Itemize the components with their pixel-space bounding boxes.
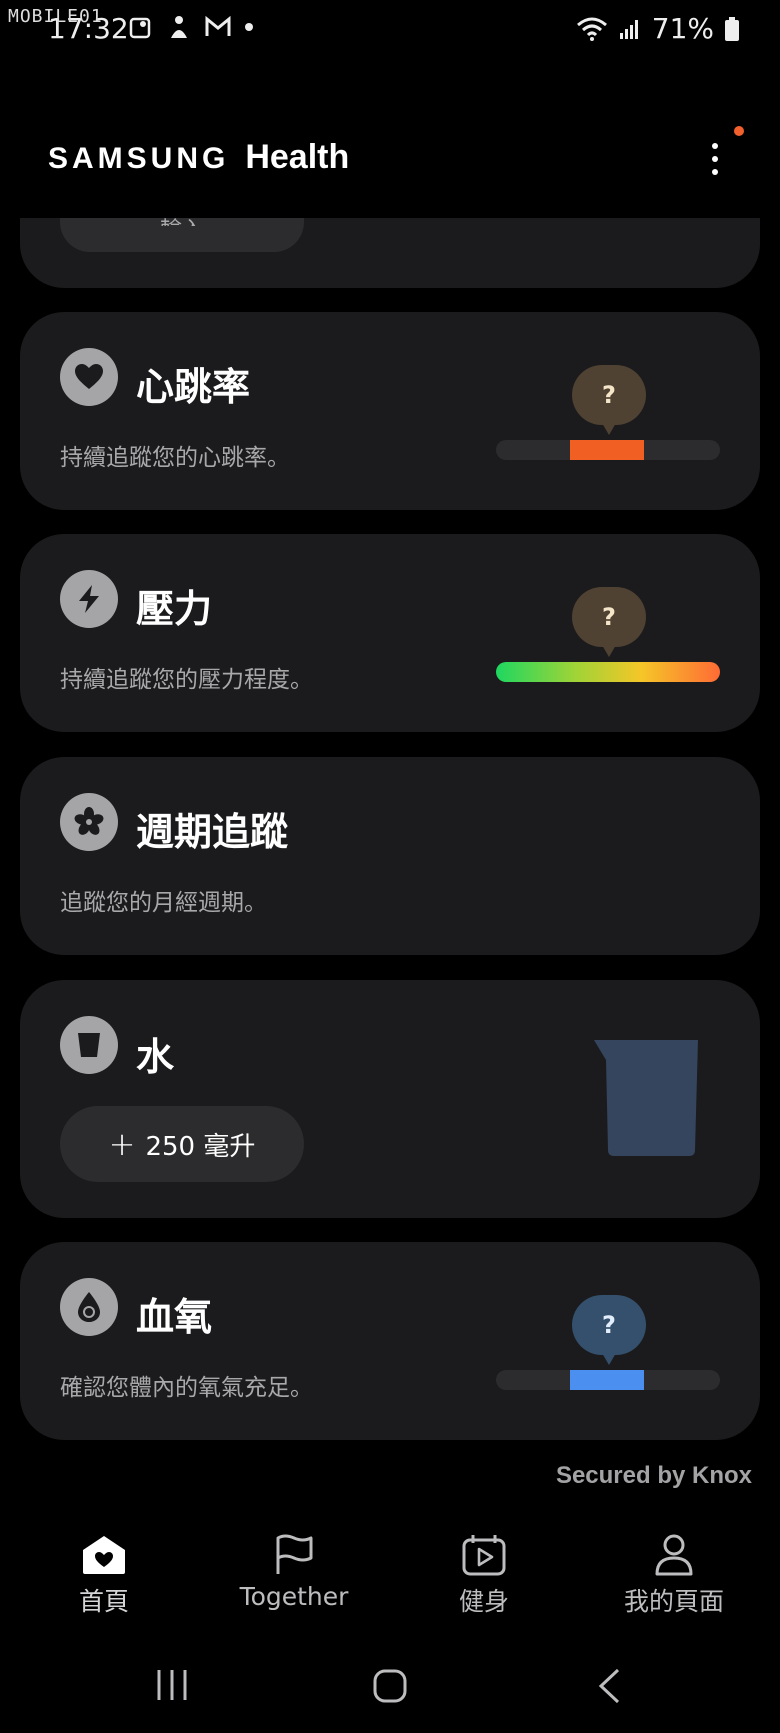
heart-rate-title: 心跳率 (136, 365, 251, 409)
secured-by-knox-label: Secured by Knox (555, 1462, 752, 1489)
cellular-signal-icon (619, 19, 638, 39)
back-button[interactable] (596, 1668, 622, 1704)
home-square-icon (373, 1669, 407, 1703)
plus-icon: + (108, 1125, 136, 1163)
add-water-label: 250 毫升 (145, 1131, 256, 1162)
heart-rate-subtitle: 持續追蹤您的心跳率。 (60, 445, 290, 471)
stress-subtitle: 持續追蹤您的壓力程度。 (60, 667, 313, 693)
system-navigation-bar (0, 1650, 780, 1720)
person-notification-icon (171, 16, 187, 38)
heart-icon (60, 348, 118, 406)
cycle-tracking-card[interactable]: 週期追蹤 追蹤您的月經週期。 (20, 757, 760, 955)
stress-title: 壓力 (136, 587, 213, 631)
home-heart-icon (83, 1536, 125, 1574)
blood-oxygen-subtitle: 確認您體內的氧氣充足。 (60, 1375, 313, 1401)
nav-fitness-label: 健身 (458, 1587, 509, 1616)
nav-home-label: 首頁 (78, 1587, 129, 1616)
nav-together-label: Together (239, 1582, 349, 1611)
cycle-tracking-subtitle: 追蹤您的月經週期。 (60, 890, 267, 916)
flag-icon (276, 1534, 313, 1574)
watermark-logo: MOBILE01 (8, 6, 103, 27)
flower-icon (60, 793, 118, 851)
recent-apps-icon (157, 1670, 187, 1700)
gallery-notification-icon (129, 17, 151, 39)
status-bar: 17:32 MOBILE01 71% (0, 0, 780, 60)
notification-badge (734, 126, 744, 136)
blood-oxygen-gauge (496, 1370, 720, 1390)
blood-oxygen-card[interactable]: 血氧 確認您體內的氧氣充足。 ? (20, 1242, 760, 1440)
lightning-icon (60, 570, 118, 628)
app-header: SAMSUNG Health (0, 60, 780, 218)
heart-rate-gauge (496, 440, 720, 460)
nav-my-page-label: 我的頁面 (623, 1587, 724, 1616)
more-options-button[interactable] (700, 134, 730, 184)
stress-gradient-gauge (496, 662, 720, 682)
home-system-button[interactable] (372, 1668, 408, 1704)
heart-rate-gauge-fill (570, 440, 644, 460)
logo-health-text: Health (245, 138, 350, 176)
fitness-play-icon (462, 1535, 506, 1576)
samsung-health-logo: SAMSUNG Health (48, 138, 349, 177)
battery-percentage: 71% (651, 12, 714, 45)
bottom-navigation: 首頁 Together 健身 我的頁面 (0, 1520, 780, 1630)
water-glass-icon (594, 1040, 698, 1156)
logo-samsung-text: SAMSUNG (48, 142, 230, 175)
drop-icon (60, 1278, 118, 1336)
blood-oxygen-unknown-bubble: ? (572, 1295, 646, 1365)
recent-apps-button[interactable] (154, 1668, 190, 1702)
cycle-tracking-title: 週期追蹤 (136, 810, 289, 854)
stress-unknown-bubble: ? (572, 587, 646, 657)
more-notifications-dot-icon (245, 23, 253, 31)
back-chevron-icon (598, 1668, 620, 1704)
cup-icon (60, 1016, 118, 1074)
profile-icon (655, 1534, 693, 1576)
water-card[interactable]: 水 + 250 毫升 (20, 980, 760, 1218)
heart-rate-card[interactable]: 心跳率 持續追蹤您的心跳率。 ? (20, 312, 760, 510)
water-title: 水 (136, 1035, 175, 1079)
nav-together[interactable]: Together (214, 1534, 374, 1611)
nav-home[interactable]: 首頁 (24, 1534, 184, 1618)
more-dot-icon (712, 143, 718, 149)
system-status: 71% (576, 12, 740, 45)
notification-icons (128, 14, 254, 40)
stress-card[interactable]: 壓力 持續追蹤您的壓力程度。 ? (20, 534, 760, 732)
battery-icon (725, 16, 739, 41)
add-250ml-water-button[interactable]: + 250 毫升 (60, 1106, 304, 1182)
more-dot-icon (712, 156, 718, 162)
nav-fitness[interactable]: 健身 (404, 1534, 564, 1618)
more-dot-icon (712, 169, 718, 175)
heart-rate-unknown-bubble: ? (572, 365, 646, 435)
blood-oxygen-title: 血氧 (136, 1295, 213, 1339)
wifi-icon (576, 17, 607, 41)
blood-oxygen-gauge-fill (570, 1370, 644, 1390)
nav-my-page[interactable]: 我的頁面 (594, 1534, 754, 1618)
gmail-icon (205, 15, 231, 36)
